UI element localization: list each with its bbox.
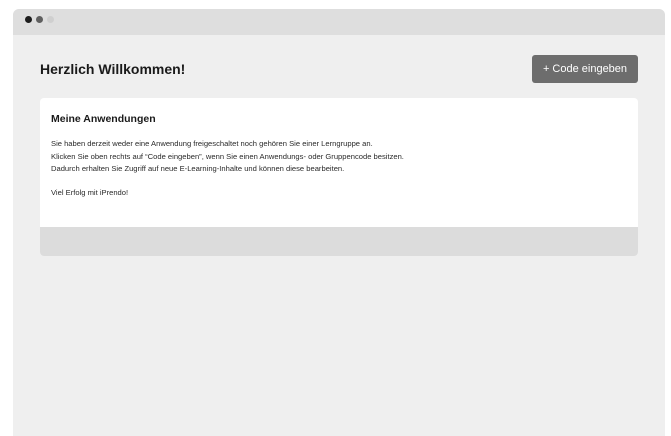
message-spacer [51,176,404,187]
card-footer [40,227,638,256]
my-applications-card: Meine Anwendungen Sie haben derzeit wede… [40,98,638,256]
window-minimize-dot-icon[interactable] [36,16,43,23]
window-close-dot-icon[interactable] [25,16,32,23]
enter-code-button[interactable]: + Code eingeben [532,55,638,83]
message-line: Klicken Sie oben rechts auf “Code eingeb… [51,151,404,161]
card-message: Sie haben derzeit weder eine Anwendung f… [51,138,404,199]
browser-window: Herzlich Willkommen! + Code eingeben Mei… [13,9,665,436]
page-title: Herzlich Willkommen! [40,61,186,77]
card-title: Meine Anwendungen [51,113,156,125]
closing-line: Viel Erfolg mit iPrendo! [51,187,129,197]
message-line: Dadurch erhalten Sie Zugriff auf neue E-… [51,164,345,173]
window-maximize-dot-icon[interactable] [47,16,54,23]
window-titlebar [13,9,665,35]
message-line: Sie haben derzeit weder eine Anwendung f… [51,139,373,148]
